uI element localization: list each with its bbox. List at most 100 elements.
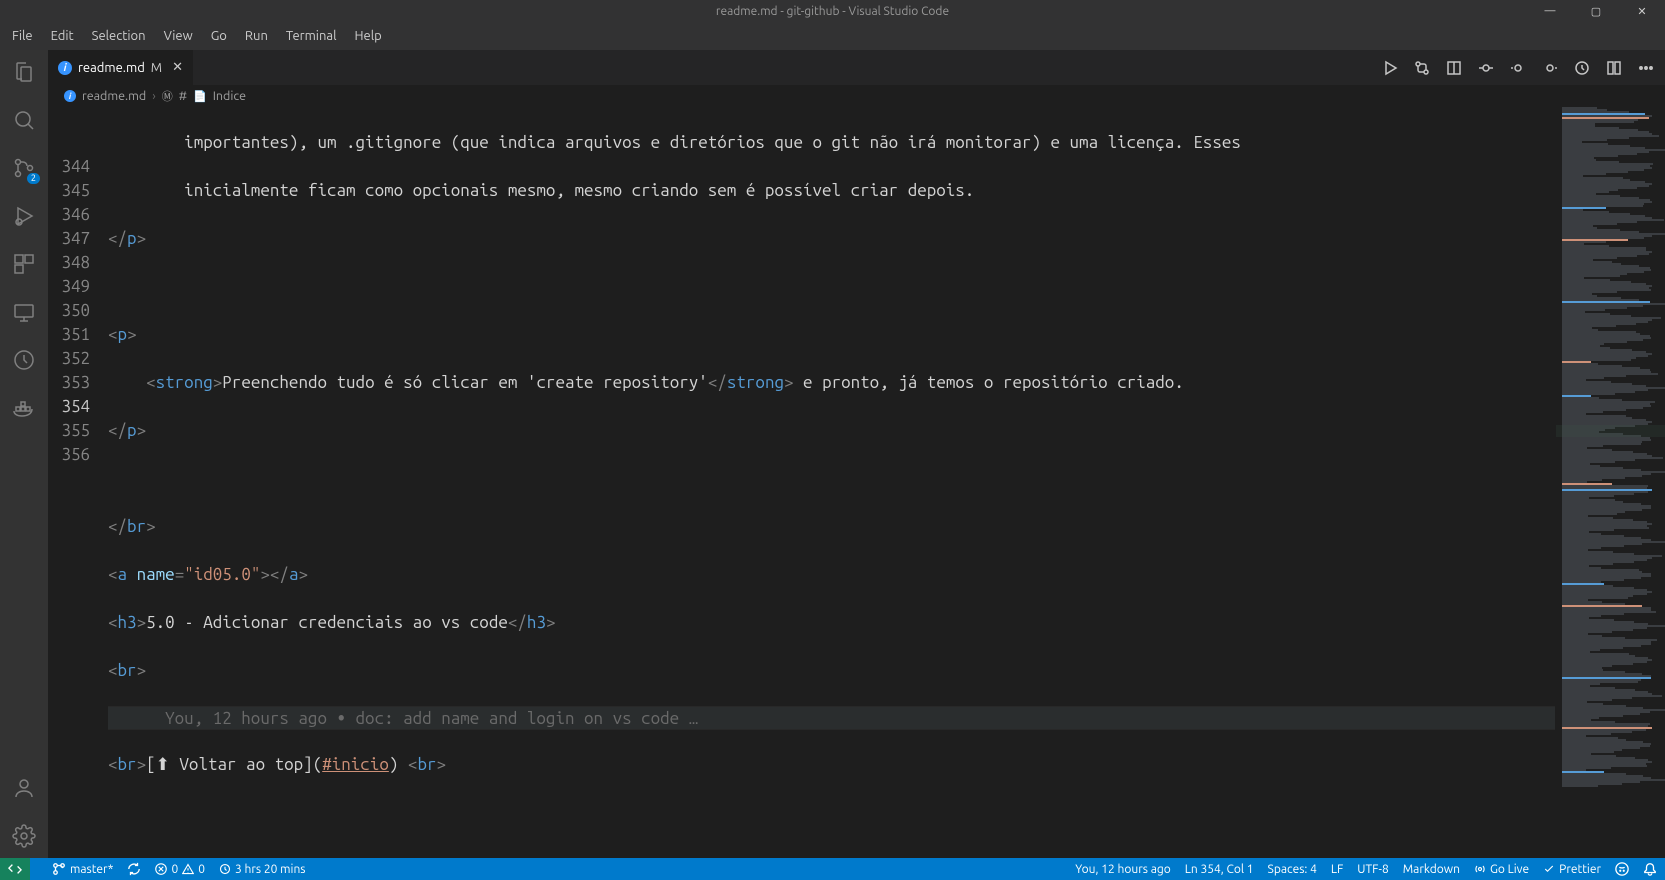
git-compare-icon[interactable] <box>1413 59 1431 77</box>
time-value: 3 hrs 20 mins <box>235 863 306 876</box>
tabs-row: i readme.md M ✕ <box>48 50 1665 85</box>
maximize-button[interactable]: ▢ <box>1573 0 1619 22</box>
activity-bar: 2 <box>0 50 48 858</box>
line-number: 352 <box>48 347 90 371</box>
remote-explorer-icon[interactable] <box>10 298 38 326</box>
info-icon: i <box>58 61 72 75</box>
line-number: 346 <box>48 203 90 227</box>
editor-area: i readme.md M ✕ i readme.md <box>48 50 1665 858</box>
menu-go[interactable]: Go <box>203 27 235 45</box>
line-number: 348 <box>48 251 90 275</box>
scm-badge: 2 <box>27 173 40 184</box>
live-share-icon[interactable] <box>10 346 38 374</box>
prettier-label: Prettier <box>1559 863 1601 876</box>
code-text: e pronto, já temos o repositório criado. <box>794 373 1184 392</box>
minimap[interactable] <box>1555 107 1665 858</box>
run-icon[interactable] <box>1381 59 1399 77</box>
history-next-icon[interactable] <box>1541 59 1559 77</box>
warning-count: 0 <box>198 863 205 876</box>
menu-terminal[interactable]: Terminal <box>278 27 345 45</box>
tab-readme[interactable]: i readme.md M ✕ <box>48 50 194 85</box>
toggle-word-wrap-icon[interactable] <box>1573 59 1591 77</box>
status-time-tracker[interactable]: 3 hrs 20 mins <box>219 863 306 876</box>
remote-indicator[interactable] <box>0 858 30 880</box>
close-window-button[interactable]: ✕ <box>1619 0 1665 22</box>
line-number: 349 <box>48 275 90 299</box>
status-cursor-position[interactable]: Ln 354, Col 1 <box>1185 863 1254 876</box>
code-text: importantes), um .gitignore (que indica … <box>184 133 1241 152</box>
menubar: File Edit Selection View Go Run Terminal… <box>0 22 1665 50</box>
info-icon: i <box>64 90 76 102</box>
search-icon[interactable] <box>10 106 38 134</box>
status-branch[interactable]: master* <box>52 862 113 876</box>
status-feedback-icon[interactable] <box>1615 862 1629 876</box>
status-eol[interactable]: LF <box>1331 863 1343 876</box>
line-number: 350 <box>48 299 90 323</box>
document-icon: 📄 <box>193 90 207 103</box>
menu-edit[interactable]: Edit <box>43 27 82 45</box>
explorer-icon[interactable] <box>10 58 38 86</box>
status-sync[interactable] <box>127 862 141 876</box>
menu-file[interactable]: File <box>4 27 41 45</box>
status-blame[interactable]: You, 12 hours ago <box>1075 863 1171 876</box>
line-number: 347 <box>48 227 90 251</box>
line-number: 355 <box>48 419 90 443</box>
line-number: 351 <box>48 323 90 347</box>
run-debug-icon[interactable] <box>10 202 38 230</box>
window-controls: — ▢ ✕ <box>1527 0 1665 22</box>
source-control-icon[interactable]: 2 <box>10 154 38 182</box>
code-content[interactable]: importantes), um .gitignore (que indica … <box>108 107 1555 858</box>
breadcrumb-file[interactable]: readme.md <box>82 89 146 103</box>
menu-view[interactable]: View <box>156 27 201 45</box>
close-icon[interactable]: ✕ <box>172 60 183 75</box>
accounts-icon[interactable] <box>10 774 38 802</box>
go-live-label: Go Live <box>1490 863 1529 876</box>
status-indentation[interactable]: Spaces: 4 <box>1268 863 1317 876</box>
open-preview-icon[interactable] <box>1445 59 1463 77</box>
code-text: Preenchendo tudo é só clicar em 'create … <box>222 373 708 392</box>
status-notifications-icon[interactable] <box>1643 862 1657 876</box>
tab-modified-indicator: M <box>151 61 162 75</box>
breadcrumb[interactable]: i readme.md › Ⓜ # 📄 Indice <box>48 85 1665 107</box>
status-prettier[interactable]: Prettier <box>1543 863 1601 876</box>
titlebar: readme.md - git-github - Visual Studio C… <box>0 0 1665 22</box>
window-title: readme.md - git-github - Visual Studio C… <box>716 5 949 18</box>
menu-run[interactable]: Run <box>237 27 276 45</box>
gitlens-blame-annotation[interactable]: You, 12 hours ago • doc: add name and lo… <box>165 709 698 728</box>
more-actions-icon[interactable] <box>1637 59 1655 77</box>
line-number-gutter: 344345346347348349350351352353354355356 <box>48 107 108 858</box>
markdown-icon: Ⓜ <box>162 88 173 104</box>
settings-gear-icon[interactable] <box>10 822 38 850</box>
docker-icon[interactable] <box>10 394 38 422</box>
code-text: ⬆ Voltar ao top <box>156 755 304 774</box>
extensions-icon[interactable] <box>10 250 38 278</box>
menu-selection[interactable]: Selection <box>84 27 154 45</box>
line-number: 353 <box>48 371 90 395</box>
minimize-button[interactable]: — <box>1527 0 1573 22</box>
branch-name: master* <box>70 863 113 876</box>
tab-label: readme.md <box>78 61 145 75</box>
status-bar: master* 0 0 3 hrs 20 mins You, 12 hours … <box>0 858 1665 880</box>
code-attr-value: "id05.0" <box>184 565 260 584</box>
status-encoding[interactable]: UTF-8 <box>1357 863 1388 876</box>
chevron-right-icon: › <box>152 89 156 103</box>
editor-body[interactable]: 344345346347348349350351352353354355356 … <box>48 107 1665 858</box>
split-editor-icon[interactable] <box>1605 59 1623 77</box>
code-text: 5.0 - Adicionar credenciais ao vs code <box>146 613 508 632</box>
error-count: 0 <box>171 863 178 876</box>
code-text: inicialmente ficam como opcionais mesmo,… <box>184 181 974 200</box>
status-language-mode[interactable]: Markdown <box>1403 863 1460 876</box>
breadcrumb-section[interactable]: Indice <box>213 89 246 103</box>
breadcrumb-hash[interactable]: # <box>179 89 187 103</box>
status-go-live[interactable]: Go Live <box>1474 863 1529 876</box>
status-problems[interactable]: 0 0 <box>155 863 205 876</box>
line-number: 354 <box>48 395 90 419</box>
line-number: 356 <box>48 443 90 467</box>
editor-actions <box>1381 50 1665 85</box>
history-prev-icon[interactable] <box>1509 59 1527 77</box>
line-number: 345 <box>48 179 90 203</box>
line-number: 344 <box>48 155 90 179</box>
menu-help[interactable]: Help <box>346 27 389 45</box>
code-link: #inicio <box>322 755 389 774</box>
commit-circle-icon[interactable] <box>1477 59 1495 77</box>
